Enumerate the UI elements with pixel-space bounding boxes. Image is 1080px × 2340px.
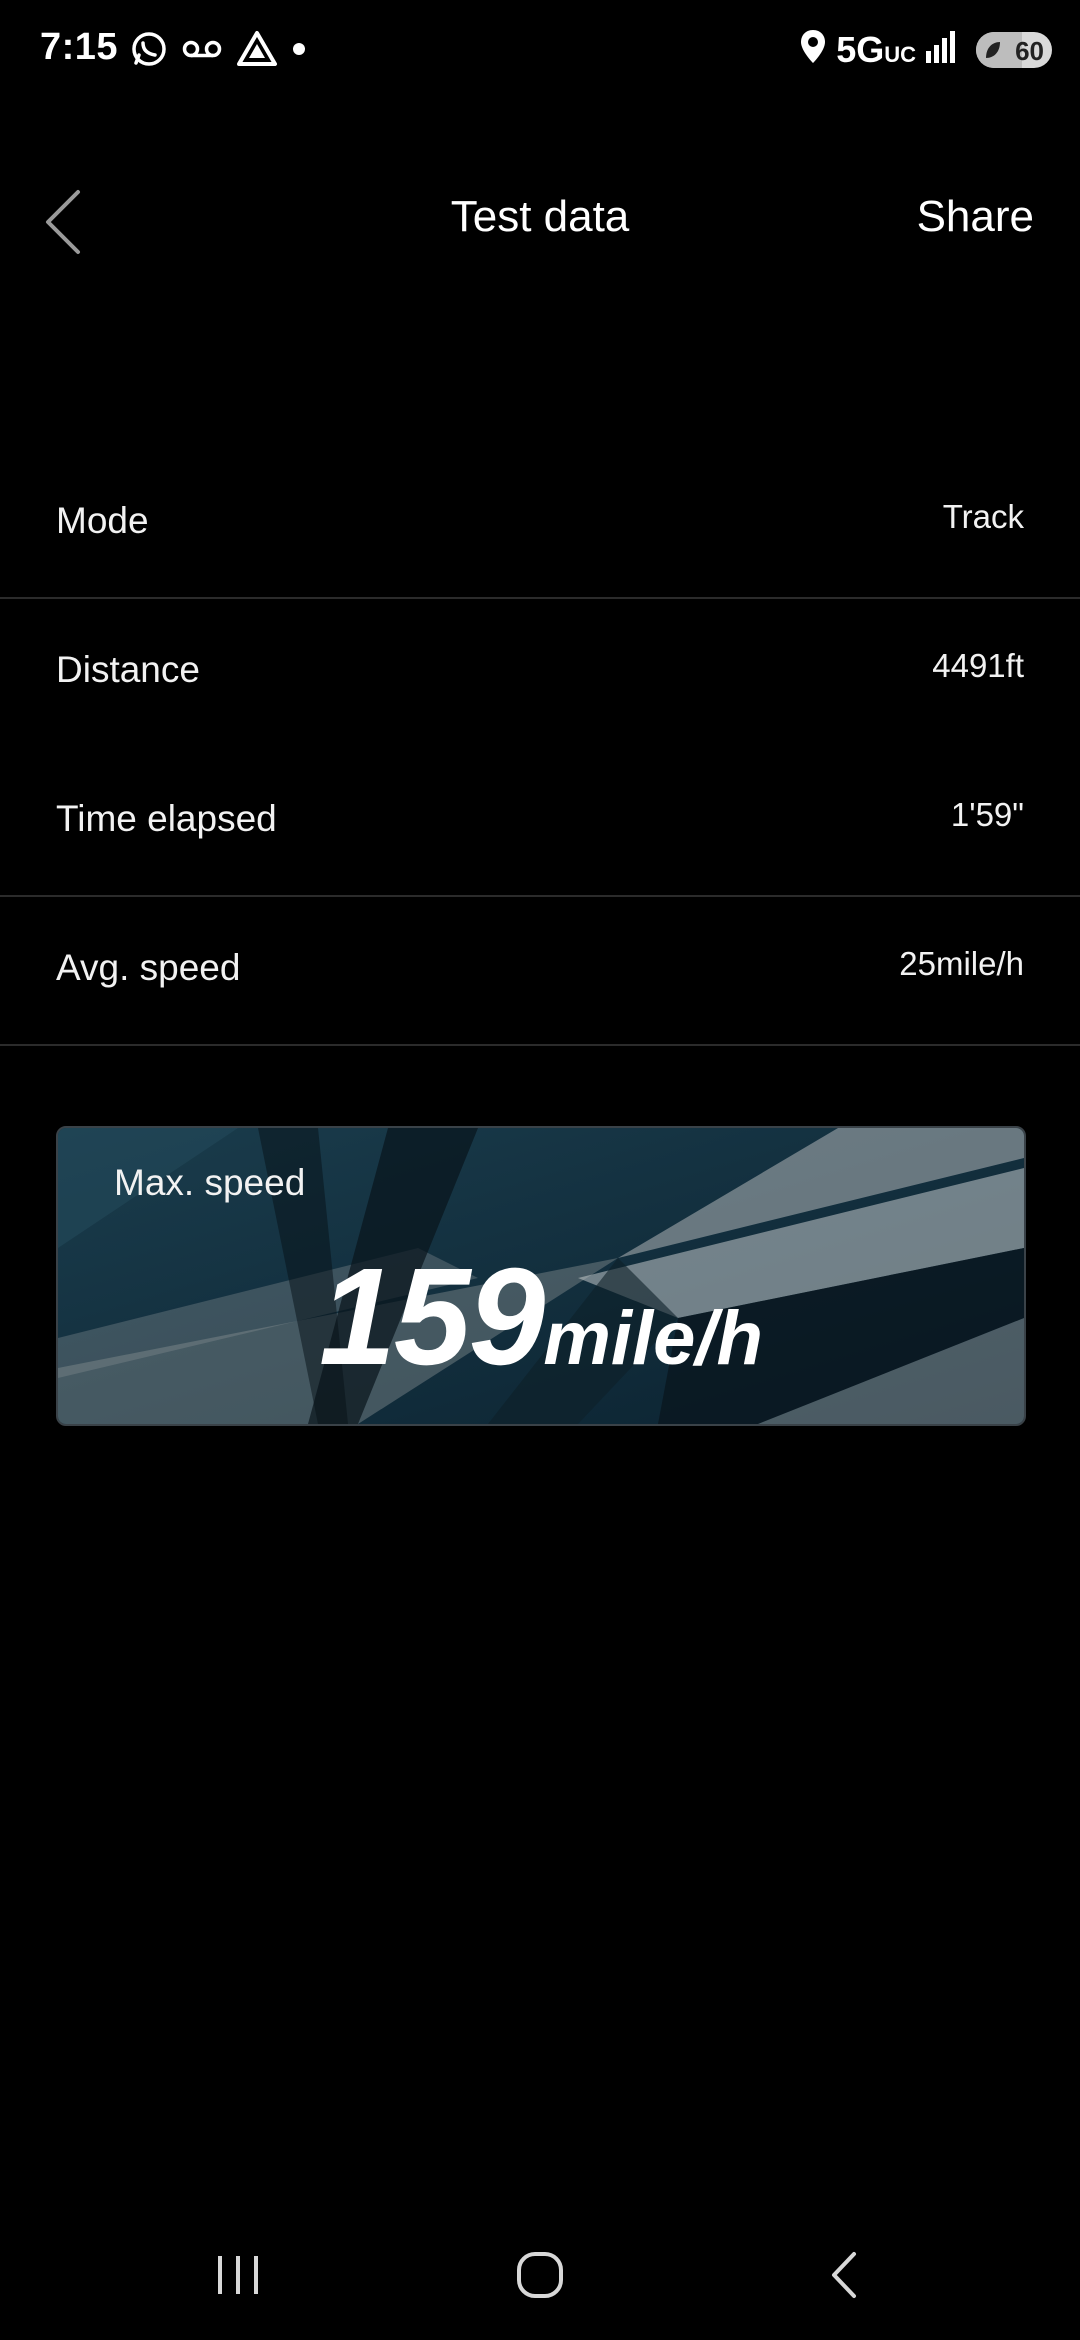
row-label: Distance [56,649,200,690]
row-value: 4491ft [932,647,1024,684]
row-distance: Distance 4491ft [0,599,1080,748]
test-data-list: Mode Track Distance 4491ft Time elapsed … [0,450,1080,1046]
battery-icon: 60 [976,31,1052,68]
home-icon [517,2252,563,2298]
drive-icon [236,30,278,68]
battery-level: 60 [1015,35,1044,66]
max-speed-value: 159 [319,1240,545,1394]
recents-icon [218,2256,258,2294]
network-sub-label: UC [884,41,916,67]
share-button[interactable]: Share [917,192,1034,242]
location-icon [798,28,828,71]
home-button[interactable] [500,2240,580,2310]
app-header: Test data Share [0,170,1080,270]
row-value: 1'59" [950,796,1024,833]
max-speed-label: Max. speed [114,1162,306,1203]
dot-icon [292,42,306,56]
status-time: 7:15 [40,26,119,68]
row-label: Avg. speed [56,947,241,988]
max-speed-display: 159mile/h [58,1238,1024,1397]
recents-button[interactable] [198,2240,278,2310]
notification-icons [130,30,306,68]
system-status: 5GUC 60 [798,28,1052,71]
voicemail-icon [182,37,222,61]
whatsapp-icon [130,30,168,68]
row-time-elapsed: Time elapsed 1'59" [0,748,1080,897]
row-mode: Mode Track [0,450,1080,599]
nav-back-button[interactable] [802,2240,882,2310]
network-label: 5G [836,28,885,70]
row-avg-speed: Avg. speed 25mile/h [0,897,1080,1046]
row-value: Track [942,498,1024,535]
network-type: 5GUC [836,28,916,70]
max-speed-card: Max. speed 159mile/h [56,1126,1026,1426]
max-speed-unit: mile/h [543,1296,763,1381]
row-value: 25mile/h [899,945,1024,982]
system-nav-bar [0,2230,1080,2320]
back-icon [832,2252,856,2298]
signal-icon [924,29,960,70]
status-bar: 7:15 5GUC 60 [0,0,1080,100]
leaf-icon [986,41,1000,58]
row-label: Time elapsed [56,798,277,839]
row-label: Mode [56,500,149,541]
